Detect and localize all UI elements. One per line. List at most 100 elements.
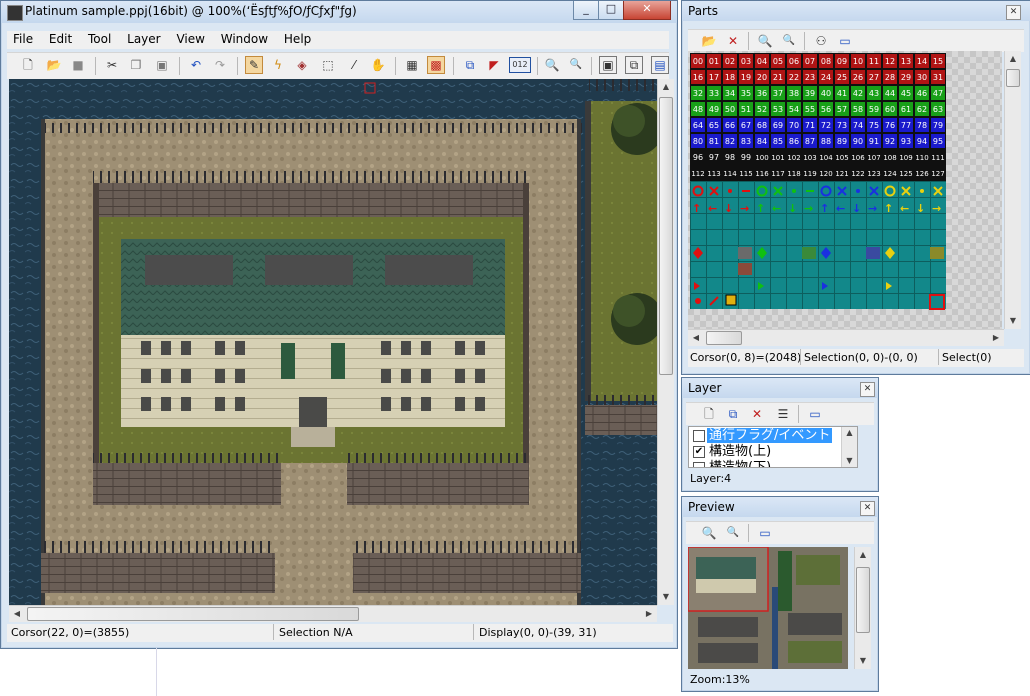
pen-icon[interactable]: ✎	[245, 56, 263, 74]
parts-open-icon[interactable]: 📂	[700, 32, 718, 50]
fill-icon[interactable]: ◈	[293, 56, 311, 74]
layer-item-label: 構造物(下)	[709, 460, 772, 468]
number-button[interactable]: 012	[509, 57, 531, 73]
parts-close-button[interactable]: ✕	[1006, 5, 1021, 20]
open-icon[interactable]: 📂	[45, 56, 63, 74]
main-titlebar[interactable]: Platinum sample.ppj(16bit) @ 100%(‘Ësƒtƒ…	[1, 1, 677, 23]
cut-icon[interactable]: ✂	[103, 56, 121, 74]
layer-close-button[interactable]: ✕	[860, 382, 875, 397]
main-toolbar: 🗋 📂 ■ ✂ ❐ ▣ ↶ ↷ ✎ ϟ ◈ ⬚ ⁄ ✋ ▦ ▩ ⧉ ◤ 012 …	[7, 52, 669, 79]
preview-scroll-up-arrow[interactable]: ▲	[855, 547, 871, 563]
layer-item[interactable]: ✔ 構造物(上)	[689, 444, 857, 459]
layer-item[interactable]: 構造物(下)	[689, 460, 857, 468]
layer-new-icon[interactable]: 🗋	[700, 405, 718, 423]
redo-icon[interactable]: ↷	[211, 56, 229, 74]
layer-checkbox[interactable]	[693, 462, 705, 467]
layer-item-label: 構造物(上)	[709, 444, 772, 459]
preview-map[interactable]	[688, 547, 848, 669]
layer-status: Layer:4	[690, 472, 732, 485]
background-divider	[156, 648, 157, 696]
menu-view[interactable]: View	[170, 31, 210, 47]
zoom-in-icon[interactable]: 🔍	[543, 56, 561, 74]
scroll-up-arrow[interactable]: ▲	[658, 79, 674, 95]
menu-help[interactable]: Help	[278, 31, 317, 47]
view2-icon[interactable]: ⧉	[625, 56, 643, 74]
scroll-right-arrow[interactable]: ▶	[641, 606, 657, 622]
copy-icon[interactable]: ❐	[127, 56, 145, 74]
main-hscroll[interactable]: ◀ ▶	[9, 605, 657, 622]
grid-icon[interactable]: ▦	[403, 56, 421, 74]
layer-duplicate-icon[interactable]: ⧉	[724, 405, 742, 423]
preview-zoom-status: Zoom:13%	[690, 673, 750, 686]
maximize-button[interactable]: □	[598, 1, 624, 20]
layer-panel-icon[interactable]: ▭	[806, 405, 824, 423]
parts-titlebar[interactable]: Parts ✕	[682, 1, 1030, 21]
preview-close-button[interactable]: ✕	[860, 501, 875, 516]
scroll-down-arrow[interactable]: ▼	[658, 589, 674, 605]
parts-scroll-down-arrow[interactable]: ▼	[1005, 313, 1021, 329]
svg-text:↑: ↑	[756, 202, 765, 215]
zoom-out-icon[interactable]: 🔍	[567, 56, 585, 74]
svg-text:→: →	[804, 202, 813, 215]
menu-window[interactable]: Window	[215, 31, 274, 47]
preview-scroll-down-arrow[interactable]: ▼	[855, 653, 871, 669]
layer-vscroll[interactable]: ▲ ▼	[841, 427, 857, 467]
marker-icon[interactable]: ◤	[485, 56, 503, 74]
preview-titlebar[interactable]: Preview ✕	[682, 497, 878, 517]
layer-icon[interactable]: ⧉	[461, 56, 479, 74]
map-canvas[interactable]	[9, 79, 657, 605]
preview-vscroll-thumb[interactable]	[856, 567, 870, 633]
layer-checkbox[interactable]	[693, 430, 705, 442]
parts-scroll-up-arrow[interactable]: ▲	[1005, 51, 1021, 67]
layer-checkbox[interactable]: ✔	[693, 446, 705, 458]
flag-icon[interactable]: ▩	[427, 56, 445, 74]
parts-statusbar: Corsor(0, 8)=(2048) Selection(0, 0)-(0, …	[688, 349, 1024, 367]
parts-hscroll[interactable]: ◀ ▶	[688, 329, 1004, 346]
preview-panel-icon[interactable]: ▭	[756, 524, 774, 542]
menu-edit[interactable]: Edit	[43, 31, 78, 47]
app-icon	[7, 5, 23, 21]
view3-icon[interactable]: ▤	[651, 56, 669, 74]
parts-vscroll[interactable]: ▲ ▼	[1004, 51, 1021, 329]
preview-vscroll[interactable]: ▲ ▼	[854, 547, 871, 669]
parts-scroll-right-arrow[interactable]: ▶	[988, 330, 1004, 346]
view1-icon[interactable]: ▣	[599, 56, 617, 74]
menu-file[interactable]: File	[7, 31, 39, 47]
layer-title: Layer	[688, 381, 722, 395]
preview-zoom-out-icon[interactable]: 🔍	[724, 524, 742, 542]
hand-icon[interactable]: ✋	[369, 56, 387, 74]
minimize-button[interactable]: _	[573, 1, 599, 20]
scroll-left-arrow[interactable]: ◀	[9, 606, 25, 622]
preview-zoom-in-icon[interactable]: 🔍	[700, 524, 718, 542]
main-vscroll-thumb[interactable]	[659, 97, 673, 375]
close-button[interactable]: ✕	[623, 1, 671, 20]
undo-icon[interactable]: ↶	[187, 56, 205, 74]
parts-hscroll-thumb[interactable]	[706, 331, 742, 345]
layer-scroll-up-arrow[interactable]: ▲	[842, 427, 857, 439]
parts-delete-icon[interactable]: ✕	[724, 32, 742, 50]
menu-tool[interactable]: Tool	[82, 31, 117, 47]
parts-grid[interactable]: 00 01 02 03 04 05 06 07 08 09 10 11 12 13 14 15 16 17 18 19…	[688, 51, 1002, 329]
main-hscroll-thumb[interactable]	[27, 607, 359, 621]
eyedrop-icon[interactable]: ϟ	[269, 56, 287, 74]
layer-delete-icon[interactable]: ✕	[748, 405, 766, 423]
new-icon[interactable]: 🗋	[19, 56, 37, 74]
parts-binoculars-icon[interactable]: ⚇	[812, 32, 830, 50]
parts-panel-icon[interactable]: ▭	[836, 32, 854, 50]
parts-zoom-out-icon[interactable]: 🔍	[780, 32, 798, 50]
layer-list-icon[interactable]: ☰	[774, 405, 792, 423]
layer-item[interactable]: 通行フラグ/イベント	[689, 428, 857, 443]
picker-icon[interactable]: ⁄	[345, 56, 363, 74]
parts-scroll-left-arrow[interactable]: ◀	[688, 330, 704, 346]
layer-window: Layer ✕ 🗋 ⧉ ✕ ☰ ▭ 通行フラグ/イベント ✔ 構造物(上) 構造…	[681, 377, 879, 492]
menu-layer[interactable]: Layer	[121, 31, 166, 47]
paste-icon[interactable]: ▣	[153, 56, 171, 74]
save-icon[interactable]: ■	[69, 56, 87, 74]
main-vscroll[interactable]: ▲ ▼	[657, 79, 674, 605]
parts-vscroll-thumb[interactable]	[1006, 69, 1020, 87]
select-icon[interactable]: ⬚	[319, 56, 337, 74]
menu-bar: File Edit Tool Layer View Window Help	[7, 31, 669, 49]
layer-scroll-down-arrow[interactable]: ▼	[842, 455, 857, 467]
layer-titlebar[interactable]: Layer ✕	[682, 378, 878, 398]
parts-zoom-in-icon[interactable]: 🔍	[756, 32, 774, 50]
